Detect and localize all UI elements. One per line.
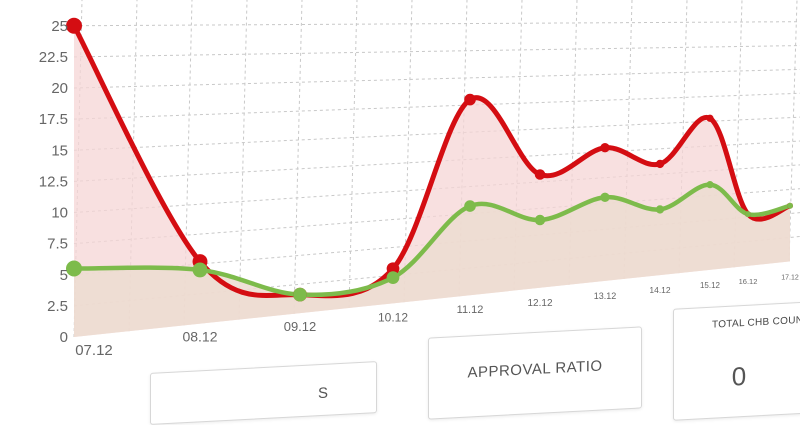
total-chb-count-card: TOTAL CHB COUNT 0 — [673, 301, 800, 421]
green-series-point — [386, 271, 400, 284]
y-tick-label: 12.5 — [39, 173, 68, 190]
x-tick-label: 17.12 — [781, 274, 799, 281]
y-tick-label: 10 — [51, 205, 68, 222]
x-tick-label: 15.12 — [700, 281, 721, 290]
y-tick-label: 7.5 — [47, 236, 68, 253]
y-tick-label: 5 — [60, 267, 68, 284]
grid-line-horizontal — [73, 92, 800, 120]
x-tick-label: 14.12 — [649, 285, 671, 295]
green-series-point — [787, 202, 793, 209]
x-tick-label: 10.12 — [378, 310, 408, 324]
x-tick-label: 12.12 — [527, 298, 552, 309]
grid-line-horizontal — [73, 21, 800, 27]
grid-line-vertical — [238, 0, 248, 320]
x-tick-label: 07.12 — [75, 342, 113, 359]
grid-line-vertical — [788, 0, 798, 262]
partial-metric-card: S — [150, 361, 377, 425]
green-series-point — [534, 214, 546, 226]
green-series-point — [66, 260, 82, 277]
y-tick-label: 17.5 — [39, 111, 68, 128]
y-tick-label: 22.5 — [39, 49, 68, 66]
grid-line-horizontal — [73, 68, 800, 89]
red-series-point — [655, 159, 665, 169]
dashboard-stage: 0 2.5 5 7.5 10 12.5 15 17.5 20 22.5 25 07.12 08.12 09… — [0, 0, 800, 425]
green-series-point — [293, 287, 307, 302]
red-series-point — [534, 169, 546, 180]
x-tick-label: 08.12 — [182, 329, 217, 345]
red-series-point — [464, 93, 476, 106]
y-tick-label: 0 — [60, 329, 68, 346]
grid-line-vertical — [348, 0, 358, 308]
approval-ratio-card: APPROVAL RATIO — [428, 326, 642, 420]
green-series-point — [600, 192, 610, 202]
x-tick-label: 11.12 — [457, 304, 484, 316]
x-tick-label: 09.12 — [284, 319, 317, 334]
x-tick-label: 16.12 — [739, 277, 758, 286]
grid-line-horizontal — [73, 45, 800, 58]
x-tick-label: 13.12 — [594, 291, 617, 301]
green-series-point — [706, 181, 714, 189]
red-series-point — [600, 143, 610, 153]
y-tick-label: 2.5 — [47, 298, 68, 315]
red-series-point — [66, 17, 82, 34]
green-series-point — [744, 211, 752, 218]
total-chb-count-label: TOTAL CHB COUNT — [712, 314, 800, 331]
red-series-point — [706, 114, 714, 122]
approval-ratio-label: APPROVAL RATIO — [467, 357, 603, 382]
green-series-point — [192, 262, 208, 278]
y-tick-label: 25 — [51, 18, 68, 35]
green-series-point — [464, 200, 476, 212]
y-tick-label: 15 — [51, 142, 68, 159]
total-chb-count-value: 0 — [731, 360, 747, 392]
y-tick-label: 20 — [51, 80, 68, 97]
grid-line-vertical — [293, 0, 303, 314]
green-series-point — [655, 205, 665, 214]
